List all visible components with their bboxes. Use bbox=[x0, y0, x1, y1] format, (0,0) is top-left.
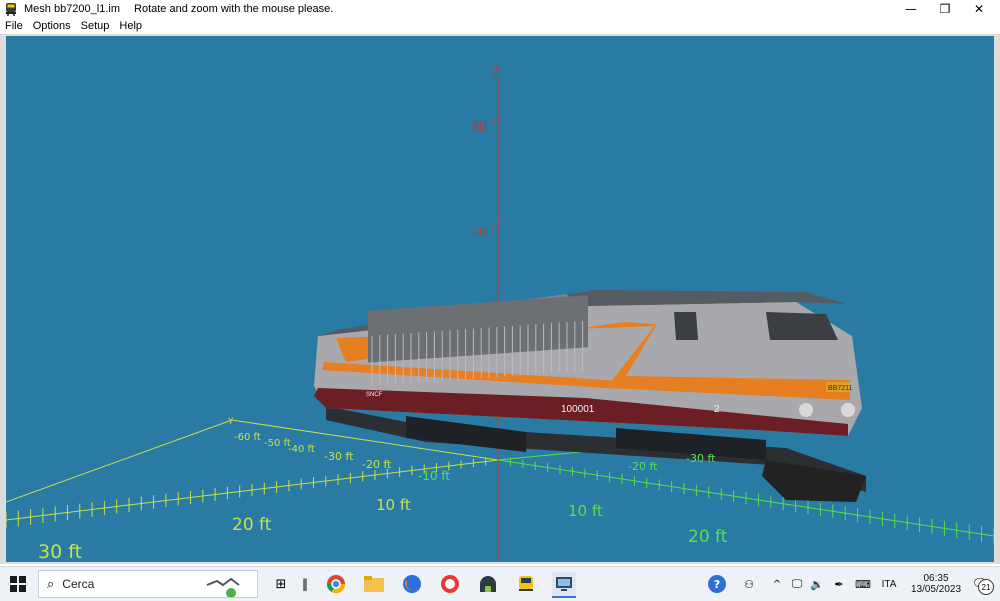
grid-tick-m20: -20 ft bbox=[362, 458, 392, 471]
language-indicator[interactable]: ITA bbox=[878, 575, 900, 593]
notifications-button[interactable]: 🗨 21 bbox=[966, 573, 994, 595]
clock[interactable]: 06:35 13/05/2023 bbox=[910, 569, 962, 599]
clock-date: 13/05/2023 bbox=[910, 584, 962, 595]
help-icon[interactable]: ? bbox=[708, 575, 726, 593]
search-highlight-birds-icon bbox=[206, 577, 240, 597]
task-view-icon[interactable]: ⊞ bbox=[272, 575, 290, 593]
menu-file[interactable]: File bbox=[0, 20, 28, 32]
menu-bar: File Options Setup Help bbox=[0, 18, 1000, 34]
window-title: Mesh bb7200_l1.im bbox=[24, 3, 121, 15]
menu-help[interactable]: Help bbox=[114, 20, 147, 32]
firefox-icon[interactable] bbox=[400, 572, 424, 596]
grid-tick-30: 30 ft bbox=[38, 541, 82, 562]
grid-tick-10: 10 ft bbox=[376, 496, 411, 514]
notification-count: 21 bbox=[978, 579, 994, 595]
title-bar[interactable]: Mesh bb7200_l1.im Rotate and zoom with t… bbox=[0, 0, 1000, 18]
search-icon: ⌕ bbox=[47, 576, 55, 592]
mesh-viewer-taskbar-icon[interactable] bbox=[552, 572, 576, 598]
network-icon[interactable]: 🖵 bbox=[788, 575, 806, 593]
clock-time: 06:35 bbox=[923, 573, 949, 584]
menu-options[interactable]: Options bbox=[28, 20, 76, 32]
3d-viewport[interactable]: Z 30 20 BB7211 100001 2 SNCF Y -60 ft -5… bbox=[6, 36, 994, 562]
scene-canvas[interactable]: Z 30 20 BB7211 100001 2 SNCF Y -60 ft -5… bbox=[6, 36, 994, 562]
grid-tick-right-m30: -30 ft bbox=[686, 452, 716, 465]
pause-widget-icon[interactable]: ‖ bbox=[298, 575, 312, 593]
start-button[interactable] bbox=[6, 573, 30, 595]
app-train-icon bbox=[6, 3, 16, 16]
grid-tick-right-10: 10 ft bbox=[568, 502, 603, 520]
grid-tick-right-m10: -10 ft bbox=[418, 469, 450, 483]
window-hint: Rotate and zoom with the mouse please. bbox=[134, 3, 334, 15]
loco-side-number: 2 bbox=[714, 404, 720, 415]
taskbar: ⌕ Cerca ⊞ ‖ ? ⚇ ^ 🖵 🔉 ✒ ⌨ ITA 06:35 13/0… bbox=[0, 566, 1000, 601]
ccleaner-icon[interactable] bbox=[438, 572, 462, 596]
loco-number: 100001 bbox=[561, 404, 595, 415]
menu-setup[interactable]: Setup bbox=[76, 20, 115, 32]
search-placeholder: Cerca bbox=[62, 577, 95, 591]
pen-icon[interactable]: ✒ bbox=[830, 575, 848, 593]
people-icon[interactable]: ⚇ bbox=[740, 575, 758, 593]
grid-tick-right-m20: -20 ft bbox=[628, 460, 658, 473]
locomotive-model[interactable]: BB7211 100001 2 SNCF bbox=[314, 290, 866, 502]
volume-icon[interactable]: 🔉 bbox=[808, 575, 826, 593]
z-tick-20: 20 bbox=[472, 224, 486, 239]
taskbar-search[interactable]: ⌕ Cerca bbox=[38, 570, 258, 598]
minimize-button[interactable]: — bbox=[894, 0, 928, 18]
grid-tick-m30: -30 ft bbox=[324, 450, 354, 463]
chrome-icon[interactable] bbox=[324, 572, 348, 596]
loco-logo: SNCF bbox=[366, 392, 383, 398]
close-button[interactable]: ✕ bbox=[962, 0, 996, 18]
windows-logo-icon bbox=[10, 576, 26, 592]
grid-tick-m60: -60 ft bbox=[234, 432, 261, 443]
tray-expand-icon[interactable]: ^ bbox=[770, 575, 784, 593]
app-train-taskbar-icon[interactable] bbox=[514, 572, 538, 596]
app-tunnel-icon[interactable] bbox=[476, 572, 500, 596]
z-tick-30: 30 bbox=[472, 119, 486, 134]
grid-tick-right-20: 20 ft bbox=[688, 527, 728, 547]
grid-tick-m50: -50 ft bbox=[264, 438, 291, 449]
loco-badge: BB7211 bbox=[828, 385, 852, 392]
grid-tick-m40: -40 ft bbox=[288, 444, 315, 455]
y-axis-label: Y bbox=[227, 417, 234, 427]
file-explorer-icon[interactable] bbox=[362, 572, 386, 596]
grid-tick-20: 20 ft bbox=[232, 515, 272, 535]
keyboard-icon[interactable]: ⌨ bbox=[854, 575, 872, 593]
restore-button[interactable]: ❐ bbox=[928, 0, 962, 18]
z-axis-label: Z bbox=[492, 63, 501, 79]
